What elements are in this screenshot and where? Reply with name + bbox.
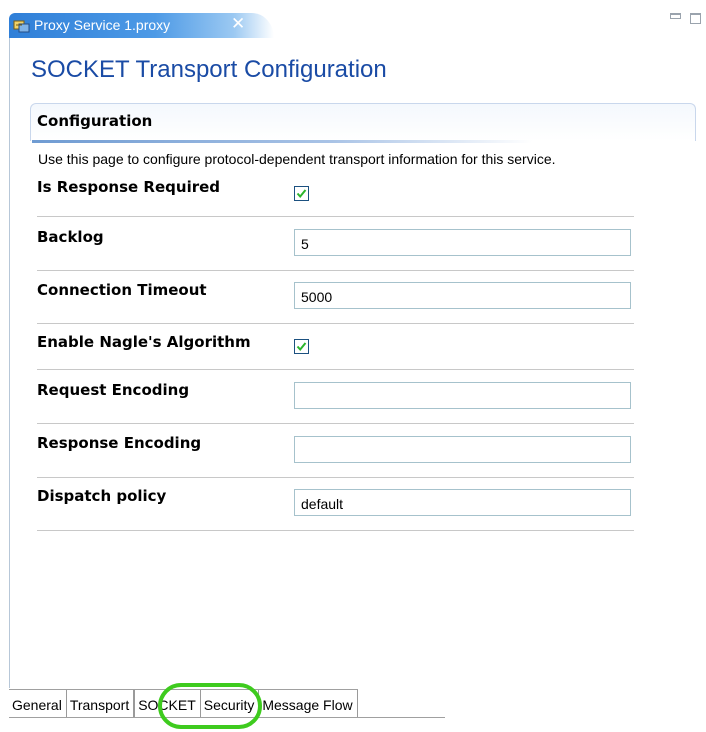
row-divider bbox=[37, 369, 634, 370]
window-controls bbox=[666, 10, 706, 30]
bottom-tab-bar: General Transport SOCKET Security Messag… bbox=[9, 689, 358, 718]
field-label: Is Response Required bbox=[37, 178, 221, 196]
connection-timeout-input[interactable]: 5000 bbox=[294, 282, 631, 309]
close-icon[interactable]: ✕ bbox=[231, 14, 245, 34]
checkmark-icon bbox=[296, 189, 307, 199]
field-label: Connection Timeout bbox=[37, 281, 207, 299]
bottom-tab-baseline bbox=[9, 717, 445, 718]
proxy-service-icon bbox=[13, 18, 30, 33]
editor-tab-proxy-service[interactable]: Proxy Service 1.proxy ✕ bbox=[9, 13, 274, 38]
field-label: Response Encoding bbox=[37, 434, 202, 452]
tab-message-flow[interactable]: Message Flow bbox=[259, 690, 358, 717]
configuration-section-header: Configuration bbox=[30, 103, 696, 141]
row-divider bbox=[37, 423, 634, 424]
response-encoding-input[interactable] bbox=[294, 436, 631, 463]
row-divider bbox=[37, 270, 634, 271]
enable-nagles-algorithm-checkbox[interactable] bbox=[294, 339, 309, 354]
section-underline bbox=[32, 140, 532, 143]
maximize-icon[interactable] bbox=[690, 13, 701, 24]
tab-general[interactable]: General bbox=[9, 690, 67, 717]
editor-tab-label: Proxy Service 1.proxy bbox=[34, 17, 171, 33]
minimize-icon[interactable] bbox=[670, 13, 681, 19]
tab-transport[interactable]: Transport bbox=[66, 690, 135, 717]
checkmark-icon bbox=[296, 342, 307, 352]
field-label: Dispatch policy bbox=[37, 487, 167, 505]
request-encoding-input[interactable] bbox=[294, 382, 631, 409]
section-description: Use this page to configure protocol-depe… bbox=[38, 151, 556, 167]
backlog-input[interactable]: 5 bbox=[294, 229, 631, 256]
dispatch-policy-input[interactable]: default bbox=[294, 489, 631, 516]
field-label: Enable Nagle's Algorithm bbox=[37, 333, 251, 351]
page-title: SOCKET Transport Configuration bbox=[31, 56, 387, 83]
tab-security[interactable]: Security bbox=[200, 690, 260, 717]
field-label: Backlog bbox=[37, 228, 104, 246]
row-divider bbox=[37, 216, 634, 217]
tab-socket[interactable]: SOCKET bbox=[134, 690, 201, 717]
editor-tab-strip: Proxy Service 1.proxy ✕ bbox=[0, 0, 706, 38]
field-label: Request Encoding bbox=[37, 381, 190, 399]
row-divider bbox=[37, 477, 634, 478]
section-title: Configuration bbox=[37, 112, 153, 130]
is-response-required-checkbox[interactable] bbox=[294, 186, 309, 201]
row-divider bbox=[37, 323, 634, 324]
row-divider bbox=[37, 530, 634, 531]
proxy-editor: Proxy Service 1.proxy ✕ SOCKET Transport… bbox=[0, 0, 706, 732]
